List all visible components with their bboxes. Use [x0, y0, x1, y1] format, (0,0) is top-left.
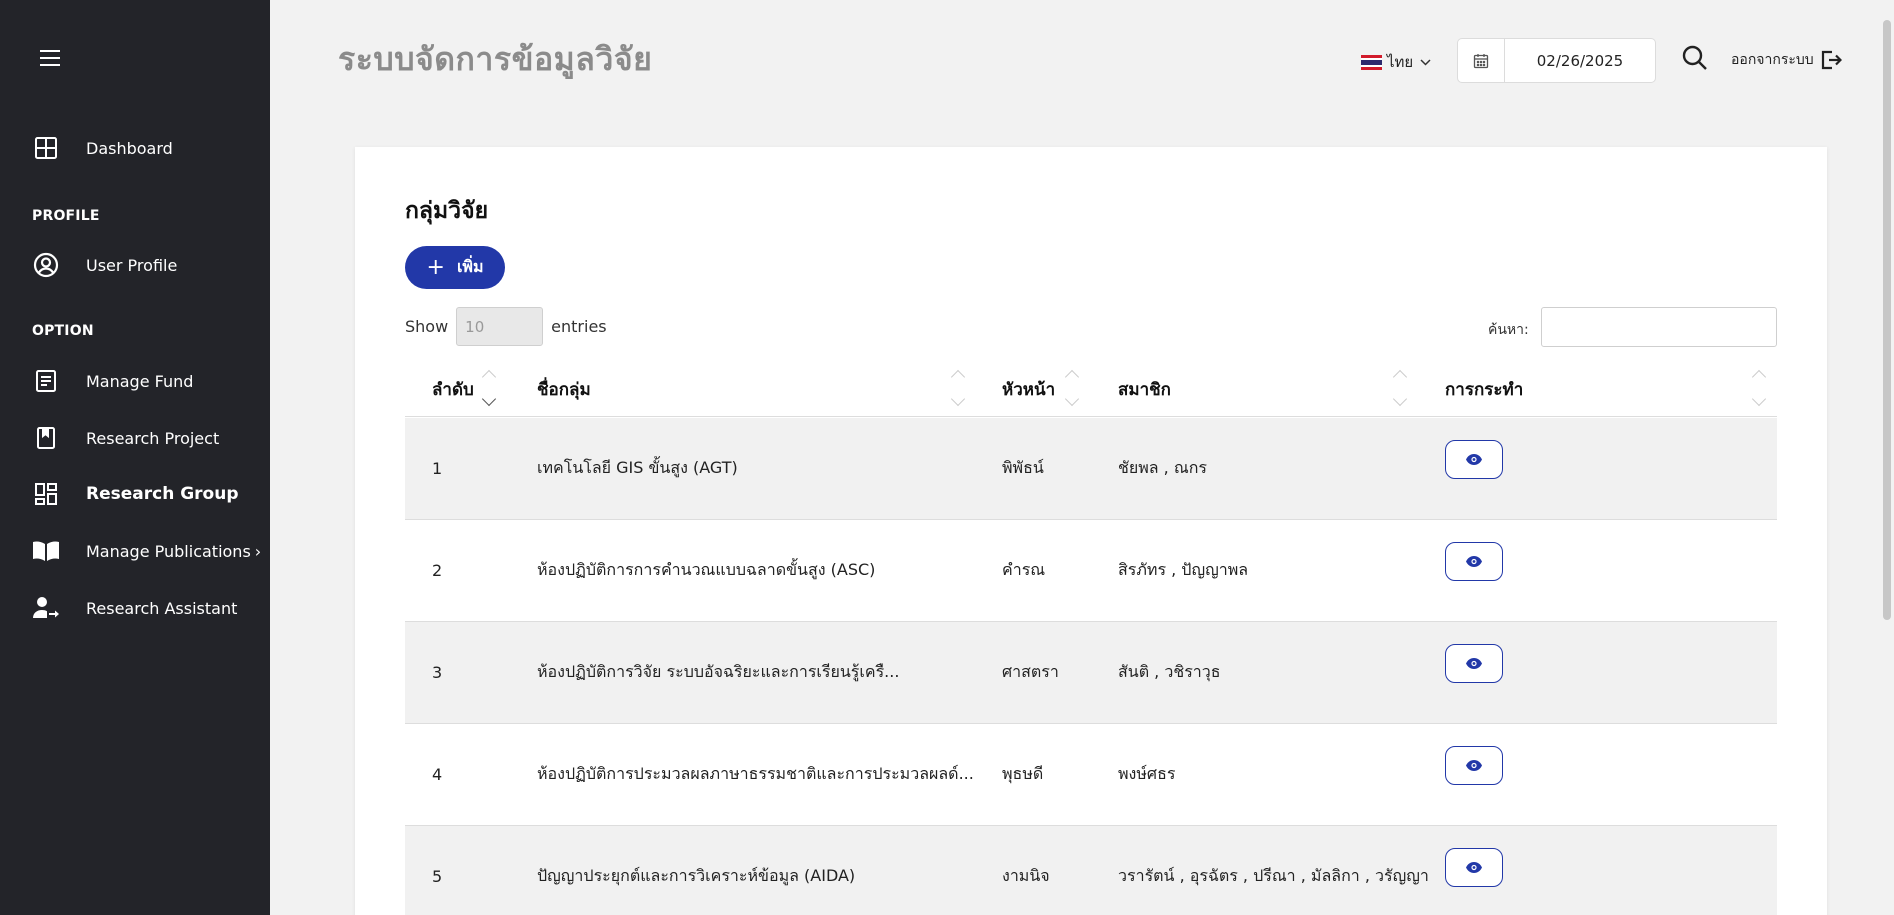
sidebar-item-label: Manage Publications [86, 541, 251, 561]
sort-icon[interactable] [481, 368, 497, 410]
cell-head: งามนิจ [1002, 866, 1050, 885]
sidebar: Dashboard PROFILE User Profile OPTION Ma… [0, 0, 270, 915]
chevron-right-icon: › [254, 541, 262, 561]
calendar-icon [1458, 39, 1505, 82]
document-icon [32, 367, 60, 395]
cell-members: วรารัตน์ , อุรฉัตร , ปรีณา , มัลลิกา , ว… [1118, 866, 1429, 885]
research-group-card: กลุ่มวิจัย + เพิ่ม Show 10 entries ค้นหา… [355, 147, 1827, 915]
cell-head: พิพัธน์ [1002, 458, 1044, 477]
sort-icon[interactable] [1392, 368, 1408, 410]
research-group-table: ลำดับ ชื่อกลุ่ม หัวหน้า สมาชิก การกระทำ … [405, 362, 1777, 915]
cell-head: ศาสตรา [1002, 662, 1059, 681]
sidebar-item-research-assistant[interactable]: Research Assistant [32, 590, 237, 626]
language-selector[interactable]: ไทย [1361, 50, 1431, 74]
view-button[interactable] [1445, 848, 1503, 887]
cell-name: ห้องปฏิบัติการการคำนวณแบบฉลาดขั้นสูง (AS… [537, 560, 876, 579]
dashboard-icon [32, 134, 60, 162]
cell-head: พุธษดี [1002, 764, 1044, 783]
sidebar-item-research-project[interactable]: Research Project [32, 420, 219, 456]
eye-icon [1466, 454, 1482, 465]
app-title: ระบบจัดการข้อมูลวิจัย [338, 40, 653, 78]
table-row: 5 ปัญญาประยุกต์และการวิเคราะห์ข้อมูล (AI… [405, 826, 1777, 915]
column-header-head[interactable]: หัวหน้า [1002, 362, 1055, 417]
thai-flag-icon [1361, 54, 1382, 70]
column-header-name[interactable]: ชื่อกลุ่ม [537, 362, 591, 417]
sidebar-item-dashboard[interactable]: Dashboard [32, 130, 173, 166]
search-icon[interactable] [1681, 44, 1709, 72]
logout-icon [1821, 50, 1842, 70]
sidebar-item-label: Dashboard [86, 138, 173, 158]
sidebar-item-user-profile[interactable]: User Profile [32, 247, 177, 283]
chevron-down-icon [1420, 58, 1431, 66]
cell-name: ปัญญาประยุกต์และการวิเคราะห์ข้อมูล (AIDA… [537, 866, 856, 885]
book-icon [32, 537, 60, 565]
table-row: 3 ห้องปฏิบัติการวิจัย ระบบอัจฉริยะและการ… [405, 622, 1777, 724]
table-row: 2 ห้องปฏิบัติการการคำนวณแบบฉลาดขั้นสูง (… [405, 520, 1777, 622]
view-button[interactable] [1445, 542, 1503, 581]
view-button[interactable] [1445, 644, 1503, 683]
entries-length-control: Show 10 entries [405, 307, 607, 346]
entries-select[interactable]: 10 [456, 307, 544, 346]
page-title: กลุ่มวิจัย [405, 198, 489, 224]
page-scrollbar[interactable] [1880, 0, 1894, 915]
add-button-label: เพิ่ม [456, 257, 484, 276]
column-header-members[interactable]: สมาชิก [1118, 362, 1171, 417]
sort-icon[interactable] [950, 368, 966, 410]
section-label-option: OPTION [32, 323, 94, 339]
view-button[interactable] [1445, 746, 1503, 785]
sidebar-item-label: Research Group [86, 484, 239, 504]
entries-label: entries [551, 317, 607, 336]
date-picker[interactable]: 02/26/2025 [1457, 38, 1656, 83]
cell-no: 5 [432, 867, 443, 886]
cell-name: เทคโนโลยี GIS ขั้นสูง (AGT) [537, 458, 738, 477]
cell-no: 4 [432, 765, 443, 784]
logout-button[interactable]: ออกจากระบบ [1731, 49, 1842, 71]
sidebar-item-label: Manage Fund [86, 371, 194, 391]
view-button[interactable] [1445, 440, 1503, 479]
sort-icon[interactable] [1064, 368, 1080, 410]
cell-members: สันติ , วชิราวุธ [1118, 662, 1221, 681]
section-label-profile: PROFILE [32, 208, 100, 224]
cell-no: 3 [432, 663, 443, 682]
search-input[interactable] [1541, 307, 1777, 347]
cell-name: ห้องปฏิบัติการวิจัย ระบบอัจฉริยะและการเร… [537, 662, 900, 681]
sidebar-item-label: Research Assistant [86, 598, 238, 618]
cell-no: 2 [432, 561, 443, 580]
sidebar-item-label: User Profile [86, 255, 178, 275]
date-value[interactable]: 02/26/2025 [1505, 39, 1655, 82]
sidebar-item-label: Research Project [86, 428, 220, 448]
cell-no: 1 [432, 459, 443, 478]
eye-icon [1466, 658, 1482, 669]
show-label: Show [405, 317, 449, 336]
cell-members: สิรภัทร , ปัญญาพล [1118, 560, 1249, 579]
cell-members: พงษ์ศธร [1118, 764, 1176, 783]
search-label: ค้นหา: [1488, 322, 1529, 338]
table-row: 4 ห้องปฏิบัติการประมวลผลภาษาธรรมชาติและก… [405, 724, 1777, 826]
bookmark-icon [32, 424, 60, 452]
cell-name: ห้องปฏิบัติการประมวลผลภาษาธรรมชาติและการ… [537, 764, 974, 783]
eye-icon [1466, 556, 1482, 567]
sort-icon[interactable] [1751, 368, 1767, 410]
sidebar-item-manage-fund[interactable]: Manage Fund [32, 363, 193, 399]
column-header-no[interactable]: ลำดับ [432, 362, 474, 417]
sidebar-item-research-group[interactable]: Research Group [32, 476, 239, 512]
eye-icon [1466, 760, 1482, 771]
eye-icon [1466, 862, 1482, 873]
sidebar-item-manage-publications[interactable]: Manage Publications › [32, 533, 261, 569]
table-header: ลำดับ ชื่อกลุ่ม หัวหน้า สมาชิก การกระทำ [405, 362, 1777, 417]
language-label: ไทย [1387, 53, 1414, 71]
grid-icon [32, 480, 60, 508]
menu-icon[interactable] [40, 50, 60, 66]
plus-icon: + [426, 254, 445, 280]
logout-label: ออกจากระบบ [1731, 52, 1814, 68]
cell-head: คำรณ [1002, 560, 1046, 579]
user-arrow-icon [32, 594, 60, 622]
cell-members: ชัยพล , ณกร [1118, 458, 1207, 477]
scrollbar-thumb[interactable] [1883, 20, 1891, 620]
column-header-action[interactable]: การกระทำ [1445, 362, 1523, 417]
add-button[interactable]: + เพิ่ม [405, 246, 505, 289]
user-circle-icon [32, 251, 60, 279]
table-row: 1 เทคโนโลยี GIS ขั้นสูง (AGT) พิพัธน์ ชั… [405, 418, 1777, 520]
